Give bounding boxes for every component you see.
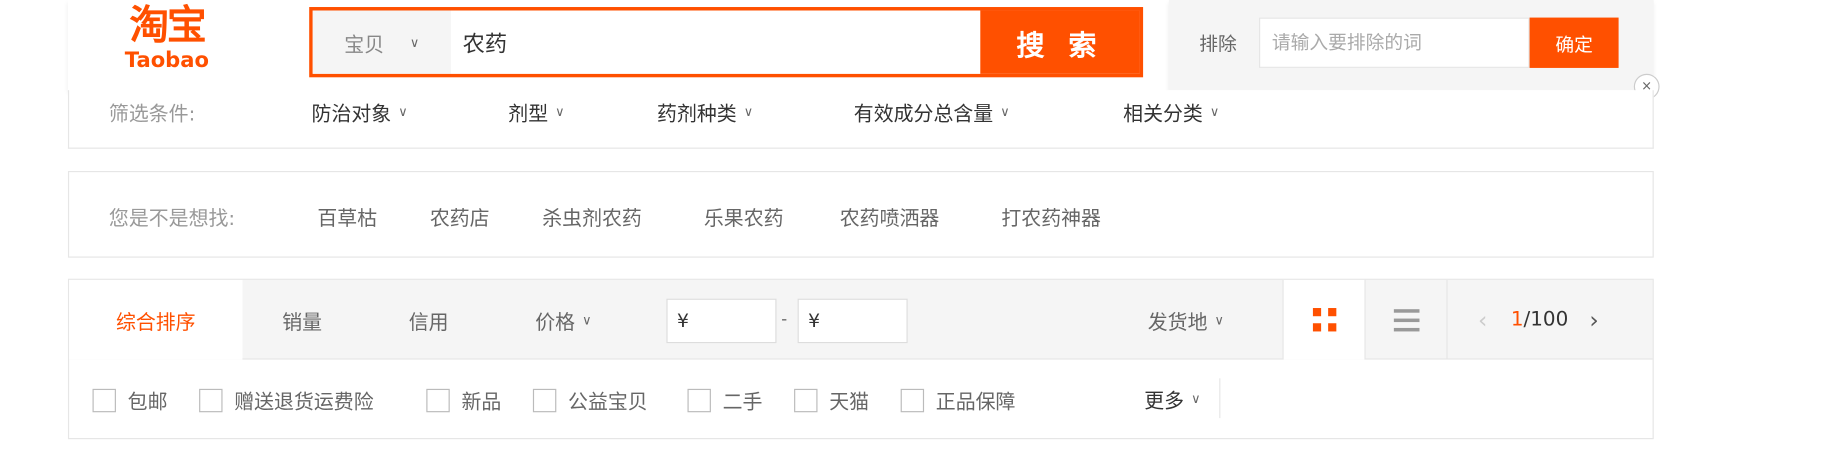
logo-en: Taobao (124, 48, 209, 73)
checkbox-label: 赠送退货运费险 (234, 391, 374, 415)
suggest-link[interactable]: 乐果农药 (704, 201, 784, 230)
chevron-down-icon: ∨ (743, 104, 754, 120)
more-options-button[interactable]: 更多 ∨ (1144, 378, 1221, 419)
filter-label: 筛选条件: (108, 103, 196, 127)
chevron-down-icon: ∨ (1214, 312, 1224, 328)
filter-text: 剂型 (508, 103, 549, 127)
chevron-down-icon: ∨ (398, 104, 408, 120)
location-label: 发货地 (1147, 310, 1208, 335)
filter-item[interactable]: 药剂种类 ∨ (657, 97, 753, 126)
search-scope-select[interactable]: 宝贝 ∨ (312, 10, 451, 74)
suggest-link[interactable]: 百草枯 (317, 201, 377, 230)
checkbox-icon (532, 388, 557, 412)
price-min-input[interactable]: ¥ (666, 298, 777, 344)
more-label: 更多 (1144, 389, 1185, 413)
filter-item[interactable]: 防治对象 ∨ (312, 97, 408, 126)
suggest-link[interactable]: 打农药神器 (1001, 201, 1101, 230)
checkbox-icon (687, 388, 711, 412)
tab-price[interactable]: 价格 ∨ (535, 280, 591, 360)
suggest-link[interactable]: 农药店 (430, 201, 490, 230)
filter-panel: 筛选条件: 防治对象 ∨ 剂型 ∨ 药剂种类 ∨ 有效成分总含量 ∨ 相关分类 ∨ (67, 90, 1654, 149)
checkbox-label: 二手 (722, 391, 763, 415)
checkbox-icon (794, 388, 818, 412)
grid-icon (1312, 308, 1336, 332)
filter-text: 防治对象 (311, 103, 392, 127)
exclude-input[interactable] (1259, 17, 1530, 68)
chevron-down-icon: ∨ (1209, 104, 1220, 120)
chevron-down-icon: ∨ (1000, 104, 1010, 120)
tab-credit[interactable]: 信用 (409, 280, 449, 360)
checkbox-icon (199, 388, 223, 412)
checkbox-label: 天猫 (829, 391, 870, 415)
chevron-down-icon: ∨ (409, 34, 420, 50)
checkbox-icon (426, 388, 450, 412)
sort-bar: 综合排序 销量 信用 价格 ∨ ¥ - ¥ 发货地 ∨ ‹ 1/100 › (69, 279, 1653, 360)
checkbox-icon (92, 388, 116, 412)
search-button[interactable]: 搜 索 (980, 10, 1140, 74)
suggest-label: 您是不是想找: (108, 207, 236, 231)
tab-price-label: 价格 (535, 310, 576, 335)
next-page-icon[interactable]: › (1589, 306, 1598, 334)
price-dash: - (781, 310, 788, 330)
filter-item[interactable]: 有效成分总含量 ∨ (854, 97, 1010, 126)
suggest-link[interactable]: 杀虫剂农药 (542, 201, 642, 230)
list-icon (1393, 309, 1419, 332)
logo-cn: 淘宝 (129, 2, 206, 50)
chevron-down-icon: ∨ (555, 104, 565, 120)
checkbox-return-insurance[interactable]: 赠送退货运费险 (199, 385, 374, 415)
suggestion-panel: 您是不是想找: 百草枯 农药店 杀虫剂农药 乐果农药 农药喷洒器 打农药神器 (67, 170, 1654, 258)
search-input[interactable] (450, 10, 981, 74)
price-max-input[interactable]: ¥ (797, 298, 908, 344)
sort-panel: 综合排序 销量 信用 价格 ∨ ¥ - ¥ 发货地 ∨ ‹ 1/100 › 包邮 赠… (67, 278, 1654, 440)
location-select[interactable]: 发货地 ∨ (1148, 280, 1224, 360)
checkbox-icon (900, 388, 925, 412)
filter-text: 药剂种类 (657, 103, 737, 127)
list-view-button[interactable] (1364, 279, 1446, 360)
filter-item[interactable]: 相关分类 ∨ (1123, 97, 1219, 126)
prev-page-icon[interactable]: ‹ (1478, 306, 1487, 334)
chevron-down-icon: ∨ (582, 312, 592, 328)
exclude-confirm-button[interactable]: 确定 (1529, 17, 1619, 68)
taobao-logo[interactable]: 淘宝 Taobao (111, 2, 222, 72)
page-total: /100 (1523, 308, 1569, 332)
checkbox-label: 新品 (461, 391, 502, 415)
checkbox-genuine[interactable]: 正品保障 (900, 385, 1016, 415)
exclude-label: 排除 (1199, 32, 1237, 56)
checkbox-label: 包邮 (127, 391, 168, 415)
checkbox-label: 正品保障 (935, 391, 1016, 415)
filter-text: 有效成分总含量 (853, 103, 994, 127)
pager: ‹ 1/100 › (1446, 279, 1652, 360)
page-current: 1 (1510, 308, 1524, 332)
filter-item[interactable]: 剂型 ∨ (508, 97, 564, 126)
filter-text: 相关分类 (1123, 103, 1203, 127)
checkbox-charity[interactable]: 公益宝贝 (532, 385, 648, 415)
checkbox-new[interactable]: 新品 (426, 385, 502, 415)
grid-view-button[interactable] (1282, 279, 1365, 360)
suggest-link[interactable]: 农药喷洒器 (840, 201, 940, 230)
search-bar: 宝贝 ∨ 搜 索 (309, 7, 1144, 78)
checkbox-label: 公益宝贝 (568, 391, 648, 415)
checkbox-secondhand[interactable]: 二手 (687, 385, 763, 415)
scope-label: 宝贝 (344, 33, 385, 57)
checkbox-tmall[interactable]: 天猫 (794, 385, 870, 415)
checkbox-free-shipping[interactable]: 包邮 (92, 385, 168, 415)
chevron-down-icon: ∨ (1191, 390, 1201, 406)
tab-comprehensive[interactable]: 综合排序 (69, 279, 243, 360)
tab-sales[interactable]: 销量 (282, 280, 322, 360)
